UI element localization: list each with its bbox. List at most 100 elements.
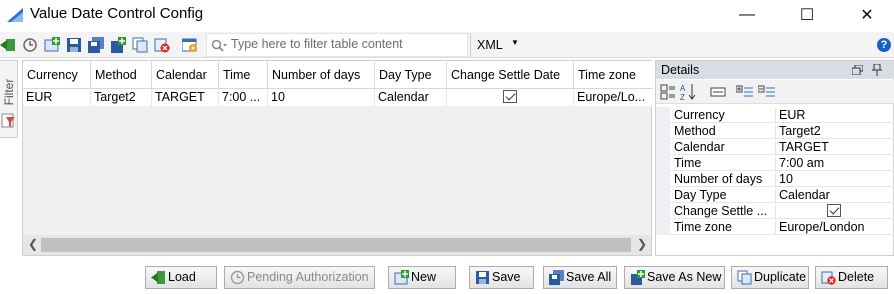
column-header[interactable]: Day Type	[375, 61, 447, 89]
app-logo-icon	[7, 8, 23, 22]
svg-text:Z: Z	[680, 93, 685, 101]
property-row[interactable]: Method Target2	[656, 123, 894, 139]
scroll-right-icon[interactable]: ❯	[637, 237, 647, 251]
minimize-button[interactable]: —	[724, 0, 770, 30]
new-record-icon[interactable]	[44, 37, 60, 53]
save-icon	[476, 271, 489, 284]
filter-funnel-icon	[1, 113, 15, 128]
column-header[interactable]: Number of days	[268, 61, 375, 89]
property-row[interactable]: Time zone Europe/London	[656, 219, 894, 235]
column-header[interactable]: Time zone	[574, 61, 653, 89]
categorized-view-icon[interactable]	[660, 84, 676, 100]
history-clock-icon[interactable]	[22, 37, 38, 53]
property-row[interactable]: Calendar TARGET	[656, 139, 894, 155]
duplicate-button[interactable]: Duplicate	[731, 266, 809, 289]
pin-icon[interactable]	[872, 64, 882, 76]
column-header[interactable]: Time	[219, 61, 268, 89]
save-icon[interactable]	[66, 37, 82, 53]
cell-method[interactable]: Target2	[91, 89, 152, 106]
configure-columns-icon[interactable]	[182, 37, 198, 53]
property-key: Change Settle ...	[674, 204, 768, 218]
cell-currency[interactable]: EUR	[23, 89, 91, 106]
table-row[interactable]: EUR Target2 TARGET 7:00 ... 10 Calendar …	[23, 89, 653, 106]
filter-tab-label: Filter	[2, 78, 16, 106]
action-bar: Load Pending Authorization New Save Save…	[0, 262, 894, 294]
row-gutter	[656, 203, 670, 219]
property-value[interactable]: TARGET	[775, 140, 829, 155]
property-row[interactable]: Time 7:00 am	[656, 155, 894, 171]
property-value[interactable]: Calendar	[775, 188, 830, 203]
filter-placeholder: Type here to filter table content	[231, 37, 403, 51]
delete-button[interactable]: Delete	[815, 266, 888, 289]
save-all-icon[interactable]	[88, 37, 104, 53]
property-value[interactable]: 7:00 am	[775, 156, 824, 171]
column-header[interactable]: Currency	[23, 61, 91, 89]
help-icon[interactable]: ?	[877, 38, 891, 52]
save-all-button[interactable]: Save All	[543, 266, 617, 289]
grid-header: Currency Method Calendar Time Number of …	[23, 61, 653, 89]
property-value[interactable]	[775, 204, 891, 219]
details-header: Details	[656, 61, 894, 79]
duplicate-label: Duplicate	[754, 270, 807, 284]
pending-authorization-label: Pending Authorization	[247, 270, 369, 284]
sort-alphabetical-icon[interactable]: AZ	[680, 83, 696, 101]
property-key: Currency	[674, 108, 725, 122]
property-key: Calendar	[674, 140, 725, 154]
cell-calendar[interactable]: TARGET	[152, 89, 219, 106]
cell-number-of-days[interactable]: 10	[268, 89, 375, 106]
load-arrow-icon	[151, 271, 165, 284]
property-key: Time zone	[674, 220, 732, 234]
scrollbar-thumb[interactable]	[41, 238, 631, 252]
save-as-new-button[interactable]: Save As New	[624, 266, 725, 289]
float-window-icon[interactable]	[852, 65, 863, 75]
save-as-new-icon	[631, 270, 645, 285]
save-all-label: Save All	[566, 270, 612, 284]
save-button[interactable]: Save	[469, 266, 534, 289]
load-arrow-icon[interactable]	[0, 37, 16, 53]
property-value[interactable]: EUR	[775, 108, 805, 123]
column-header[interactable]: Change Settle Date	[447, 61, 574, 89]
property-row[interactable]: Currency EUR	[656, 107, 894, 123]
column-header[interactable]: Method	[91, 61, 152, 89]
filter-side-tab[interactable]: Filter	[0, 60, 18, 138]
property-value[interactable]: 10	[775, 172, 793, 187]
cell-change-settle-date[interactable]	[447, 89, 574, 106]
close-button[interactable]: ✕	[844, 0, 890, 30]
row-gutter	[656, 107, 670, 123]
data-grid: Currency Method Calendar Time Number of …	[22, 60, 653, 256]
change-settle-date-checkbox[interactable]	[826, 204, 841, 217]
property-value[interactable]: Europe/London	[775, 220, 865, 235]
property-row[interactable]: Day Type Calendar	[656, 187, 894, 203]
new-button[interactable]: New	[388, 266, 456, 289]
scroll-left-icon[interactable]: ❮	[28, 237, 38, 251]
cell-time[interactable]: 7:00 ...	[219, 89, 268, 106]
load-button[interactable]: Load	[145, 266, 217, 289]
change-settle-date-checkbox[interactable]	[503, 90, 517, 103]
property-row[interactable]: Change Settle ...	[656, 203, 894, 219]
duplicate-icon[interactable]	[132, 37, 148, 53]
window-title: Value Date Control Config	[30, 5, 204, 22]
cell-time-zone[interactable]: Europe/Lo...	[574, 89, 653, 106]
load-label: Load	[168, 270, 196, 284]
format-select[interactable]: XML ▼	[470, 33, 650, 57]
property-row[interactable]: Number of days 10	[656, 171, 894, 187]
collapse-all-icon[interactable]	[758, 84, 776, 100]
title-bar: Value Date Control Config — ☐ ✕	[0, 0, 894, 30]
delete-icon	[821, 271, 836, 285]
row-gutter	[656, 219, 670, 235]
row-gutter	[656, 155, 670, 171]
expand-all-icon[interactable]	[736, 84, 754, 100]
property-key: Time	[674, 156, 702, 170]
pending-authorization-button[interactable]: Pending Authorization	[224, 266, 375, 289]
maximize-button[interactable]: ☐	[784, 0, 830, 30]
cell-day-type[interactable]: Calendar	[375, 89, 447, 106]
save-as-new-icon[interactable]	[110, 37, 126, 53]
save-label: Save	[492, 270, 521, 284]
delete-icon[interactable]	[154, 37, 170, 53]
property-pages-icon[interactable]	[710, 86, 726, 98]
save-all-icon	[549, 270, 564, 285]
filter-input[interactable]: Type here to filter table content	[206, 33, 468, 57]
column-header[interactable]: Calendar	[152, 61, 219, 89]
horizontal-scrollbar[interactable]: ❮ ❯	[23, 235, 651, 255]
property-value[interactable]: Target2	[775, 124, 821, 139]
